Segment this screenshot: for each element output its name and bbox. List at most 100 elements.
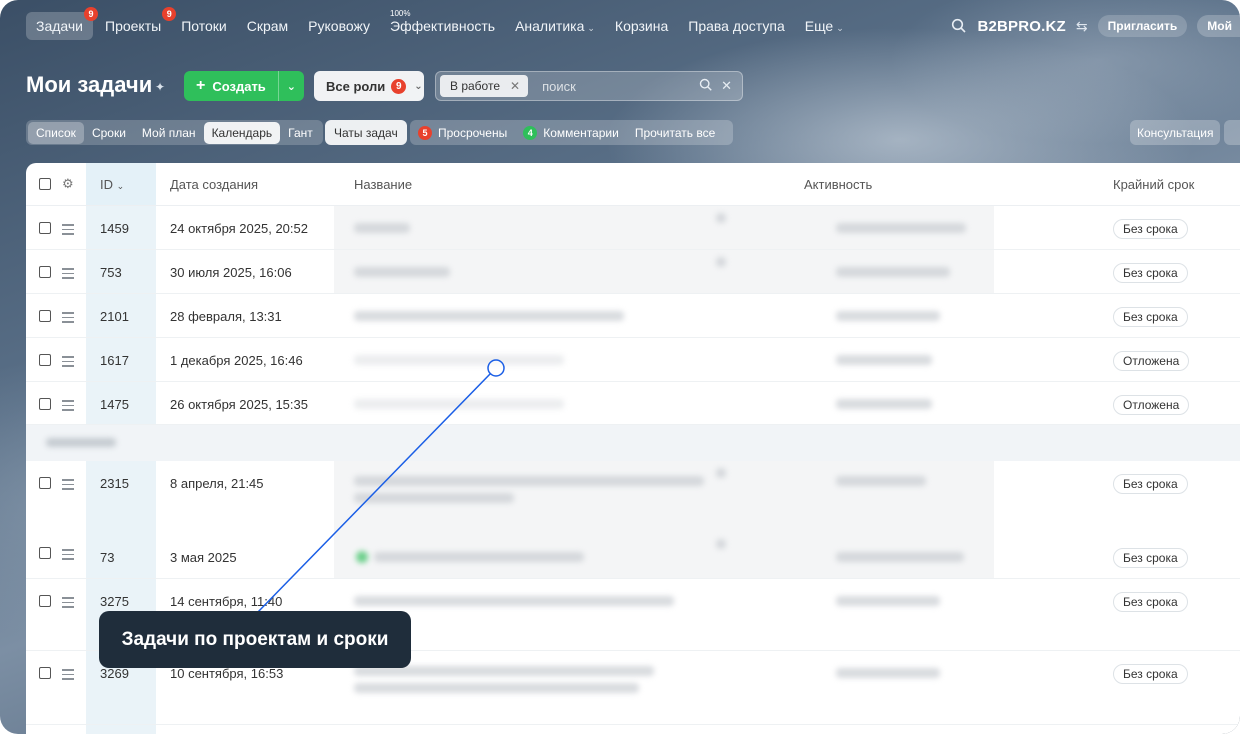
deadline-badge[interactable]: Без срока: [1113, 664, 1188, 684]
deadline-badge[interactable]: Без срока: [1113, 307, 1188, 327]
task-id[interactable]: 1617: [100, 353, 129, 368]
task-id[interactable]: 3269: [100, 666, 129, 681]
view-tabs: Список Сроки Мой план Календарь Гант: [26, 120, 323, 145]
roles-filter-button[interactable]: Все роли 9 ⌄: [314, 71, 424, 101]
task-id[interactable]: 73: [100, 550, 114, 565]
deadline-badge[interactable]: Без срока: [1113, 219, 1188, 239]
tab-my-plan[interactable]: Мой план: [134, 122, 204, 144]
task-id[interactable]: 3275: [100, 594, 129, 609]
drag-handle-icon[interactable]: [62, 549, 74, 563]
tab-gantt[interactable]: Гант: [280, 122, 321, 144]
redacted-name: [374, 552, 584, 562]
row-checkbox[interactable]: [39, 547, 51, 559]
nav-item-managing[interactable]: Руковожу: [298, 12, 380, 40]
tab-deadlines[interactable]: Сроки: [84, 122, 134, 144]
deadline-badge[interactable]: Без срока: [1113, 548, 1188, 568]
redacted-name: [354, 476, 704, 486]
comments-counter[interactable]: 4 Комментарии: [523, 125, 629, 140]
table-row[interactable]: 2101 28 февраля, 13:31 Без срока: [26, 294, 1240, 338]
row-checkbox[interactable]: [39, 595, 51, 607]
table-row[interactable]: 73 3 мая 2025 Без срока: [26, 535, 1240, 579]
deadline-badge[interactable]: Без срока: [1113, 474, 1188, 494]
invite-button[interactable]: Пригласить: [1097, 15, 1188, 37]
group-header-row[interactable]: [26, 425, 1240, 461]
nav-item-projects[interactable]: Проекты 9: [95, 7, 177, 40]
redacted-activity: [836, 267, 950, 277]
row-checkbox[interactable]: [39, 266, 51, 278]
redacted-icon: [716, 468, 726, 478]
brand-name[interactable]: B2BPRO.KZ: [977, 18, 1065, 35]
deadline-badge[interactable]: Отложена: [1113, 351, 1190, 371]
filter-chip-in-progress[interactable]: В работе ✕: [440, 75, 529, 97]
drag-handle-icon[interactable]: [62, 224, 74, 238]
comments-label: Комментарии: [543, 125, 619, 140]
drag-handle-icon[interactable]: [62, 356, 74, 370]
create-button[interactable]: + Создать ⌄: [184, 71, 304, 101]
nav-item-access[interactable]: Права доступа: [678, 12, 794, 40]
select-all-checkbox[interactable]: [39, 178, 51, 190]
swap-icon[interactable]: ⇆: [1076, 18, 1088, 35]
column-deadline[interactable]: Крайний срок: [1113, 177, 1194, 192]
drag-handle-icon[interactable]: [62, 669, 74, 683]
tab-calendar[interactable]: Календарь: [203, 121, 281, 144]
drag-handle-icon[interactable]: [62, 479, 74, 493]
search-icon[interactable]: [699, 78, 713, 92]
column-created[interactable]: Дата создания: [170, 177, 258, 192]
my-profile-button[interactable]: Мой: [1197, 15, 1240, 37]
drag-handle-icon[interactable]: [62, 597, 74, 611]
nav-item-streams[interactable]: Потоки: [171, 12, 237, 40]
nav-label: Скрам: [246, 18, 289, 34]
row-checkbox[interactable]: [39, 398, 51, 410]
extra-toolbar-button[interactable]: [1224, 120, 1240, 145]
redacted-status-dot: [356, 551, 368, 563]
filter-chip-label: В работе: [450, 79, 501, 93]
row-checkbox[interactable]: [39, 667, 51, 679]
table-row[interactable]: 1475 26 октября 2025, 15:35 Отложена: [26, 382, 1240, 425]
table-row[interactable]: 753 30 июля 2025, 16:06 Без срока: [26, 250, 1240, 294]
pin-icon[interactable]: ✦: [155, 80, 165, 94]
redacted-activity: [836, 223, 966, 233]
clear-icon[interactable]: ✕: [721, 78, 732, 94]
row-checkbox[interactable]: [39, 477, 51, 489]
task-chats-button[interactable]: Чаты задач: [325, 120, 407, 145]
nav-label: Задачи: [36, 18, 84, 34]
overdue-counter[interactable]: 5 Просрочены: [418, 125, 517, 140]
task-id[interactable]: 2101: [100, 309, 129, 324]
task-created: 24 октября 2025, 20:52: [170, 221, 308, 236]
row-checkbox[interactable]: [39, 222, 51, 234]
column-activity[interactable]: Активность: [804, 177, 872, 192]
search-input[interactable]: [542, 78, 693, 94]
column-id[interactable]: ID ⌄: [100, 177, 124, 192]
read-all-button[interactable]: Прочитать все: [635, 126, 725, 140]
deadline-badge[interactable]: Отложена: [1113, 395, 1190, 415]
nav-item-scrum[interactable]: Скрам: [237, 12, 298, 40]
redacted-name-line2: [354, 683, 639, 693]
nav-item-tasks[interactable]: Задачи 9: [26, 7, 99, 40]
deadline-badge[interactable]: Без срока: [1113, 592, 1188, 612]
search-icon[interactable]: [951, 18, 967, 34]
task-id[interactable]: 1459: [100, 221, 129, 236]
deadline-badge[interactable]: Без срока: [1113, 263, 1188, 283]
drag-handle-icon[interactable]: [62, 312, 74, 326]
row-checkbox[interactable]: [39, 354, 51, 366]
nav-item-trash[interactable]: Корзина: [605, 12, 678, 40]
tab-list[interactable]: Список: [28, 121, 84, 144]
table-row[interactable]: 2315 8 апреля, 21:45 Без срока: [26, 461, 1240, 535]
table-row[interactable]: 1617 1 декабря 2025, 16:46 Отложена: [26, 338, 1240, 382]
nav-item-efficiency[interactable]: 100% Эффективность: [380, 9, 505, 40]
task-id[interactable]: 2315: [100, 476, 129, 491]
nav-item-analytics[interactable]: Аналитика ⌄: [505, 12, 605, 40]
task-id[interactable]: 1475: [100, 397, 129, 412]
table-row[interactable]: 1459 24 октября 2025, 20:52 Без срока: [26, 206, 1240, 250]
row-checkbox[interactable]: [39, 310, 51, 322]
redacted-name: [354, 399, 564, 409]
close-icon[interactable]: ✕: [510, 79, 520, 93]
drag-handle-icon[interactable]: [62, 268, 74, 282]
drag-handle-icon[interactable]: [62, 400, 74, 414]
consultation-button[interactable]: Консультация: [1130, 120, 1221, 145]
task-id[interactable]: 753: [100, 265, 122, 280]
nav-item-more[interactable]: Еще ⌄: [795, 12, 854, 40]
gear-icon[interactable]: ⚙: [62, 176, 74, 192]
create-dropdown-chevron-icon[interactable]: ⌄: [277, 71, 304, 101]
column-name[interactable]: Название: [354, 177, 412, 192]
